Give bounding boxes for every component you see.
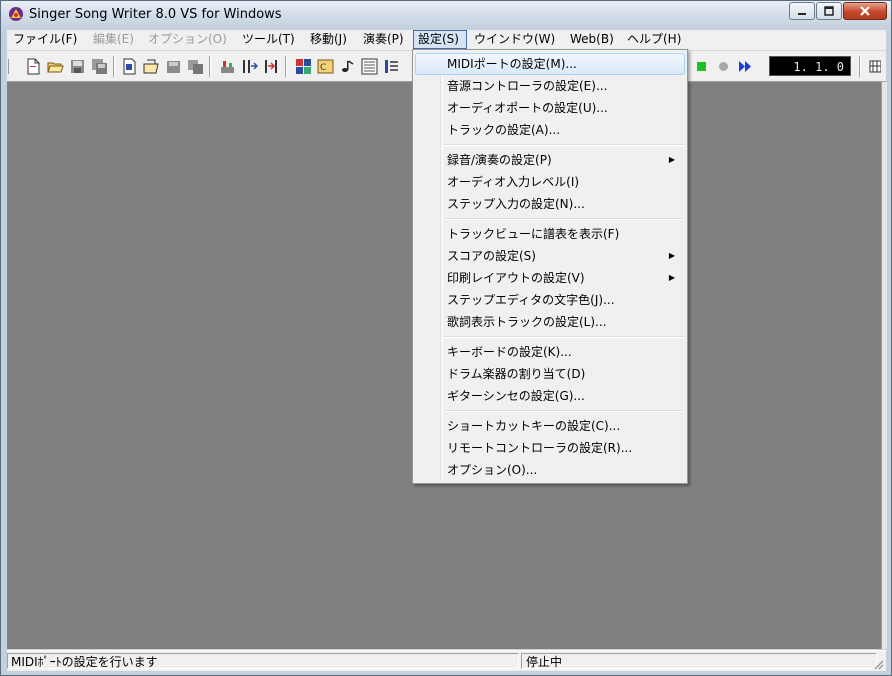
vertical-scrollbar[interactable] xyxy=(881,82,887,649)
menu-move[interactable]: 移動(J) xyxy=(306,30,351,49)
settings-menu-item[interactable]: トラックの設定(A)... xyxy=(415,119,685,141)
toolbar-separator xyxy=(285,56,287,77)
menu-settings[interactable]: 設定(S) xyxy=(413,30,467,49)
record-icon[interactable] xyxy=(715,58,732,75)
settings-menu-item[interactable]: トラックビューに譜表を表示(F) xyxy=(415,223,685,245)
close-icon xyxy=(860,6,870,16)
settings-menu-item[interactable]: 音源コントローラの設定(E)... xyxy=(415,75,685,97)
new-file-icon[interactable] xyxy=(25,58,42,75)
settings-menu-item[interactable]: オプション(O)... xyxy=(415,459,685,481)
settings-menu-item[interactable]: 録音/演奏の設定(P) ▶ xyxy=(415,149,685,171)
menu-option[interactable]: オプション(O) xyxy=(144,30,231,49)
menu-item-label: MIDIポートの設定(M)... xyxy=(447,57,577,71)
menu-item-label: オーディオポートの設定(U)... xyxy=(447,101,608,115)
track-view-icon[interactable] xyxy=(295,58,312,75)
toolbar-separator xyxy=(113,56,115,77)
menu-item-label: キーボードの設定(K)... xyxy=(447,345,572,359)
new-song-icon[interactable] xyxy=(121,58,138,75)
menu-item-label: スコアの設定(S) xyxy=(447,249,536,263)
menu-separator xyxy=(443,144,685,146)
menu-item-label: オーディオ入力レベル(I) xyxy=(447,175,580,189)
save-all-icon[interactable] xyxy=(91,58,108,75)
step-editor-icon[interactable] xyxy=(361,58,378,75)
position-counter: 1. 1. 0 xyxy=(769,56,851,76)
track-merge-icon[interactable] xyxy=(263,58,280,75)
svg-text:C: C xyxy=(320,63,326,73)
menu-item-label: リモートコントローラの設定(R)... xyxy=(447,441,633,455)
settings-menu-item[interactable]: 歌詞表示トラックの設定(L)... xyxy=(415,311,685,333)
menu-bar: ファイル(F) 編集(E) オプション(O) ツール(T) 移動(J) 演奏(P… xyxy=(7,30,886,51)
settings-menu-item[interactable]: ギターシンセの設定(G)... xyxy=(415,385,685,407)
menu-help[interactable]: ヘルプ(H) xyxy=(623,30,685,49)
maximize-icon xyxy=(824,6,834,16)
settings-menu-item[interactable]: キーボードの設定(K)... xyxy=(415,341,685,363)
maximize-button[interactable] xyxy=(816,2,842,20)
toolbar-grip-icon[interactable] xyxy=(7,58,10,75)
app-logo-icon xyxy=(9,7,23,21)
menu-item-label: ショートカットキーの設定(C)... xyxy=(447,419,621,433)
stop-icon[interactable] xyxy=(693,58,710,75)
app-window: Singer Song Writer 8.0 VS for Windows ファ… xyxy=(0,0,892,676)
settings-menu-item[interactable]: ステップエディタの文字色(J)... xyxy=(415,289,685,311)
track-split-icon[interactable] xyxy=(241,58,258,75)
export-icon[interactable] xyxy=(187,58,204,75)
resize-grip-icon[interactable] xyxy=(872,658,884,670)
settings-menu-item[interactable]: オーディオポートの設定(U)... xyxy=(415,97,685,119)
window-title: Singer Song Writer 8.0 VS for Windows xyxy=(29,7,282,22)
menu-item-label: 録音/演奏の設定(P) xyxy=(447,153,552,167)
settings-dropdown-menu: MIDIポートの設定(M)... 音源コントローラの設定(E)... オーディオポー… xyxy=(412,49,688,484)
menu-item-label: トラックビューに譜表を表示(F) xyxy=(447,227,620,241)
menu-file[interactable]: ファイル(F) xyxy=(9,30,81,49)
open-folder-icon[interactable] xyxy=(47,58,64,75)
menu-separator xyxy=(443,218,685,220)
menu-edit[interactable]: 編集(E) xyxy=(89,30,138,49)
chord-icon[interactable]: C xyxy=(317,58,334,75)
toolbar-separator xyxy=(209,56,211,77)
keyboard-icon[interactable] xyxy=(869,58,881,75)
menu-item-label: ステップエディタの文字色(J)... xyxy=(447,293,615,307)
settings-menu-item[interactable]: ショートカットキーの設定(C)... xyxy=(415,415,685,437)
menu-item-label: トラックの設定(A)... xyxy=(447,123,561,137)
status-message: MIDIﾎﾟｰﾄの設定を行います xyxy=(7,653,519,669)
title-bar[interactable]: Singer Song Writer 8.0 VS for Windows xyxy=(1,1,891,29)
save-song-icon[interactable] xyxy=(165,58,182,75)
score-note-icon[interactable] xyxy=(339,58,356,75)
menu-web[interactable]: Web(B) xyxy=(566,30,618,49)
settings-menu-item[interactable]: ドラム楽器の割り当て(D) xyxy=(415,363,685,385)
settings-menu-item[interactable]: ステップ入力の設定(N)... xyxy=(415,193,685,215)
menu-separator xyxy=(443,336,685,338)
menu-window[interactable]: ウインドウ(W) xyxy=(470,30,559,49)
menu-item-label: ドラム楽器の割り当て(D) xyxy=(447,367,586,381)
menu-item-label: オプション(O)... xyxy=(447,463,538,477)
fast-forward-icon[interactable] xyxy=(737,58,754,75)
mixer-icon[interactable] xyxy=(219,58,236,75)
list-editor-icon[interactable] xyxy=(383,58,400,75)
settings-menu-item[interactable]: オーディオ入力レベル(I) xyxy=(415,171,685,193)
menu-item-label: 印刷レイアウトの設定(V) xyxy=(447,271,585,285)
menu-item-label: ギターシンセの設定(G)... xyxy=(447,389,585,403)
submenu-arrow-icon: ▶ xyxy=(668,155,675,164)
menu-play[interactable]: 演奏(P) xyxy=(359,30,408,49)
menu-item-label: 音源コントローラの設定(E)... xyxy=(447,79,608,93)
submenu-arrow-icon: ▶ xyxy=(668,273,675,282)
play-state: 停止中 xyxy=(521,653,877,669)
minimize-icon xyxy=(798,13,806,15)
status-bar: MIDIﾎﾟｰﾄの設定を行います 停止中 xyxy=(7,650,886,671)
menu-separator xyxy=(443,410,685,412)
save-icon[interactable] xyxy=(69,58,86,75)
open-song-icon[interactable] xyxy=(143,58,160,75)
toolbar-separator xyxy=(859,56,861,77)
close-button[interactable] xyxy=(843,2,887,20)
settings-menu-item[interactable]: 印刷レイアウトの設定(V) ▶ xyxy=(415,267,685,289)
menu-item-label: 歌詞表示トラックの設定(L)... xyxy=(447,315,607,329)
submenu-arrow-icon: ▶ xyxy=(668,251,675,260)
menu-tools[interactable]: ツール(T) xyxy=(238,30,299,49)
settings-menu-item[interactable]: MIDIポートの設定(M)... xyxy=(415,53,685,75)
minimize-button[interactable] xyxy=(789,2,815,20)
settings-menu-item[interactable]: スコアの設定(S) ▶ xyxy=(415,245,685,267)
menu-item-label: ステップ入力の設定(N)... xyxy=(447,197,585,211)
settings-menu-item[interactable]: リモートコントローラの設定(R)... xyxy=(415,437,685,459)
